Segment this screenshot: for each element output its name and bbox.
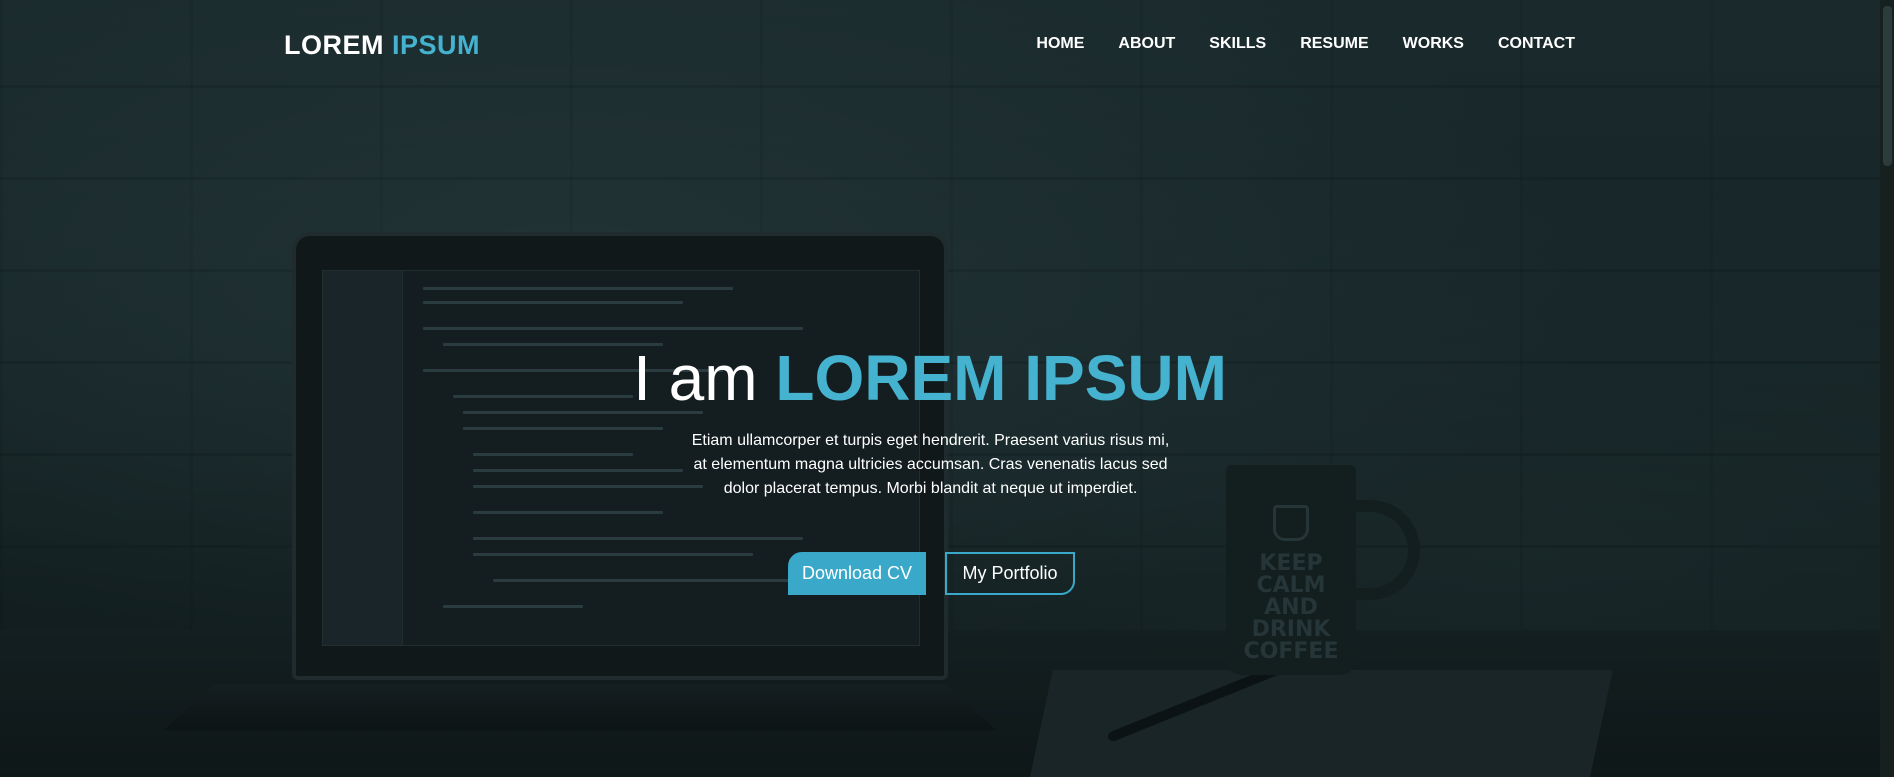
nav-item-home[interactable]: HOME	[1002, 34, 1084, 54]
download-cv-button[interactable]: Download CV	[788, 552, 926, 595]
main-nav: HOME ABOUT SKILLS RESUME WORKS CONTACT	[1002, 34, 1575, 54]
logo-text-primary: LOREM	[284, 30, 392, 60]
headline-prefix: I am	[633, 342, 776, 414]
hero-description: Etiam ullamcorper et turpis eget hendrer…	[691, 432, 1170, 497]
nav-item-works[interactable]: WORKS	[1369, 34, 1464, 54]
nav-item-skills[interactable]: SKILLS	[1175, 34, 1266, 54]
nav-item-resume[interactable]: RESUME	[1266, 34, 1368, 54]
my-portfolio-button[interactable]: My Portfolio	[945, 552, 1075, 595]
nav-item-about[interactable]: ABOUT	[1084, 34, 1175, 54]
nav-item-contact[interactable]: CONTACT	[1464, 34, 1575, 54]
hero-headline: I am LOREM IPSUM	[0, 340, 1860, 416]
site-logo[interactable]: LOREM IPSUM	[284, 30, 480, 61]
headline-name: LOREM IPSUM	[775, 342, 1227, 414]
scrollbar-thumb[interactable]	[1883, 6, 1892, 166]
hero-section: KEEP CALM AND DRINK COFFEE LOREM IPSUM H…	[0, 0, 1894, 777]
page-scrollbar[interactable]	[1880, 0, 1894, 777]
logo-text-accent: IPSUM	[392, 30, 481, 60]
